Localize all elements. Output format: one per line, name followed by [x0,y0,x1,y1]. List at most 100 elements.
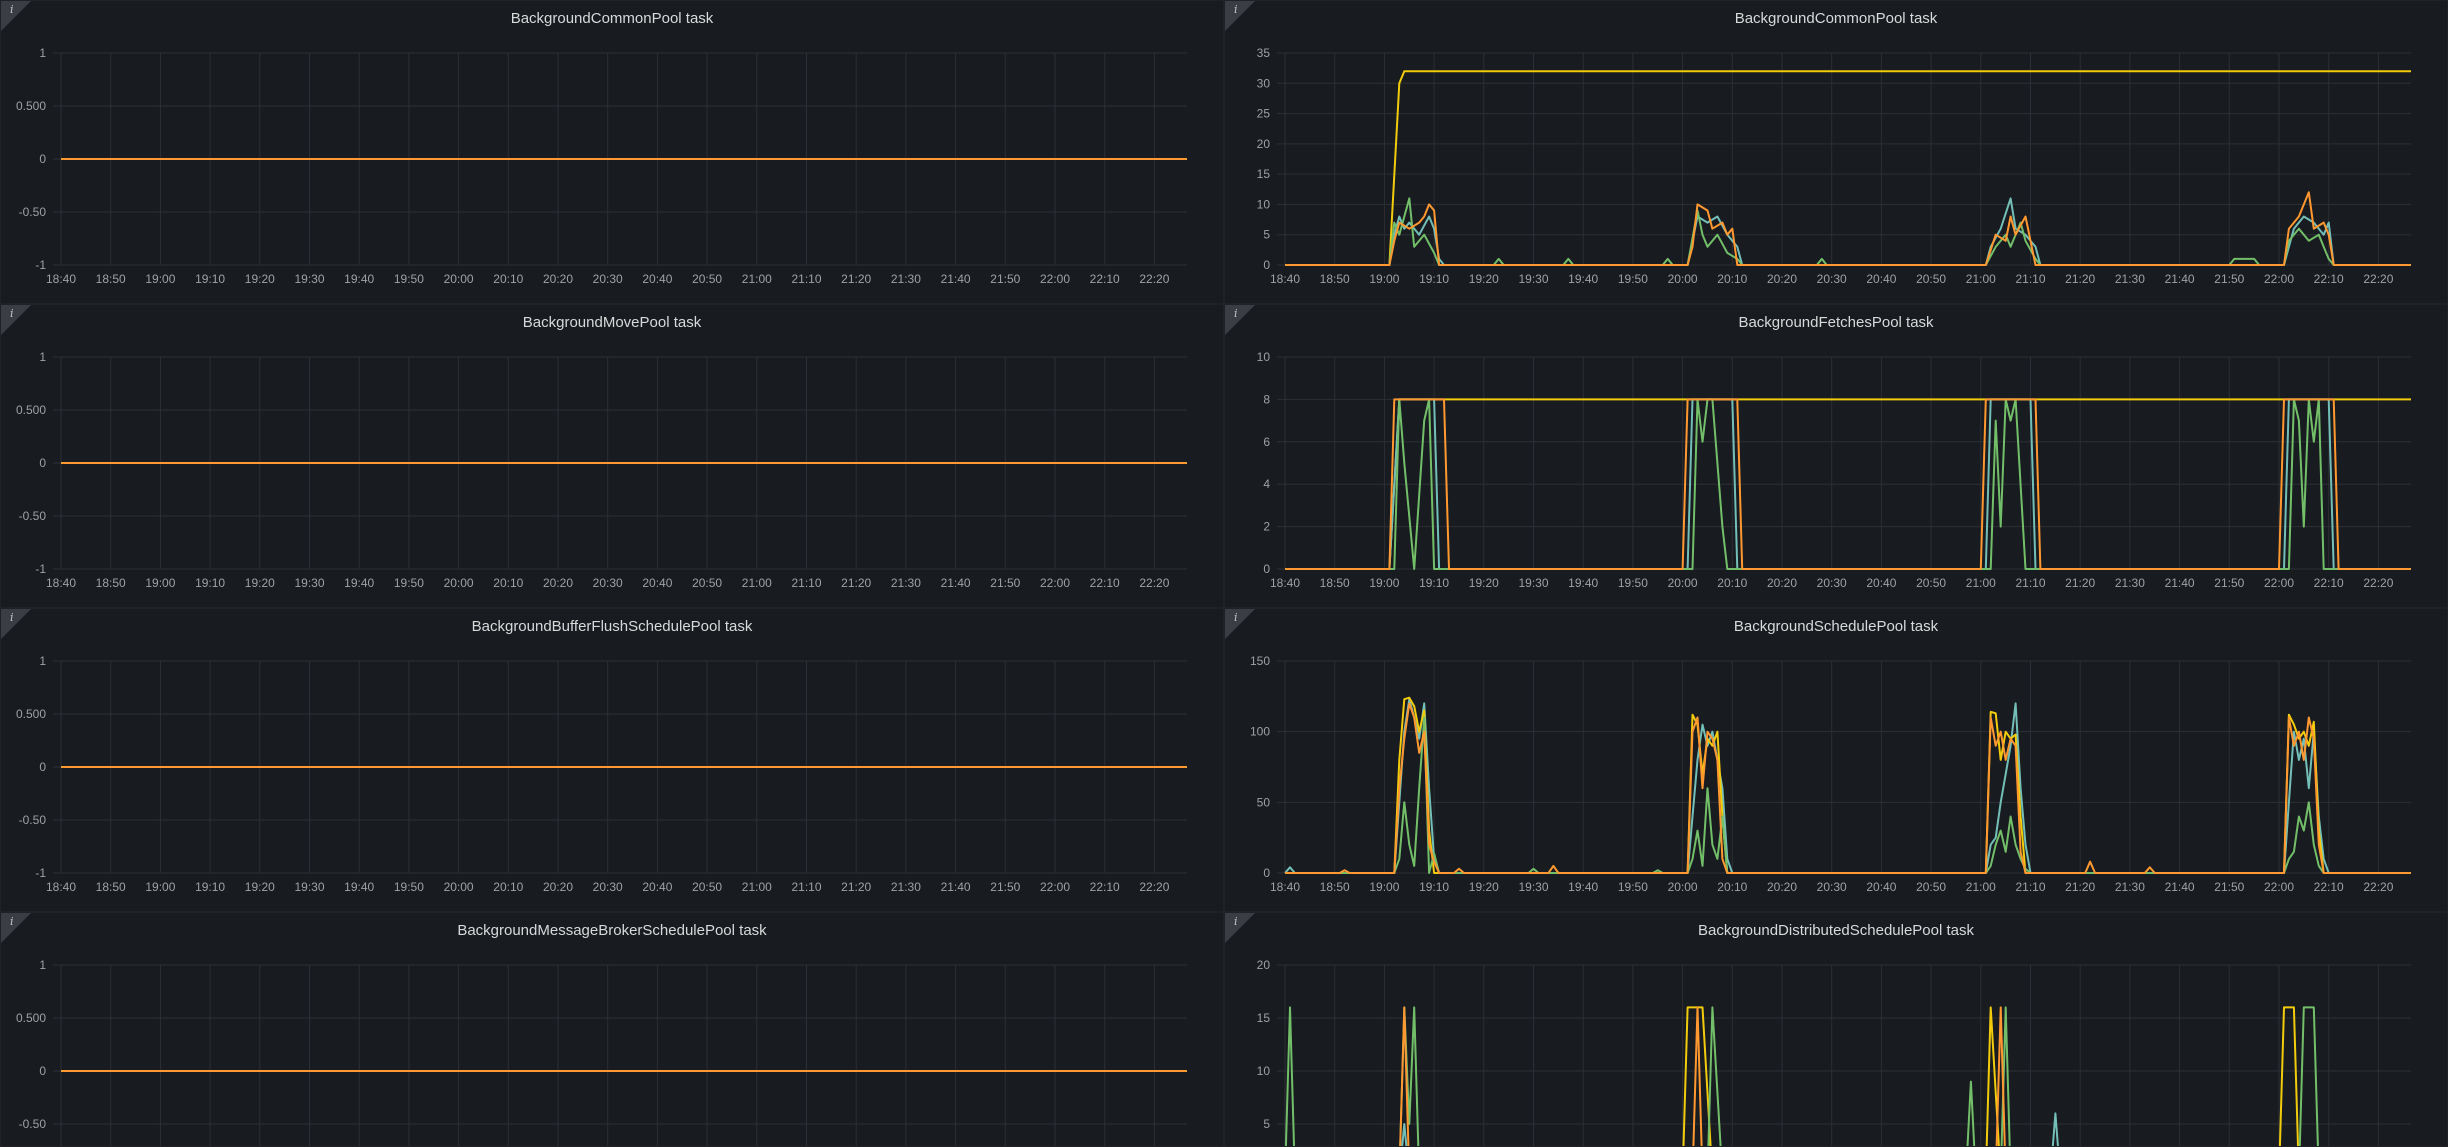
x-tick-label: 19:20 [245,272,275,286]
x-tick-label: 19:20 [1469,576,1499,590]
y-tick-label: 150 [1250,654,1270,668]
x-tick-label: 21:30 [891,880,921,894]
x-tick-label: 18:40 [46,880,76,894]
x-tick-label: 20:00 [1668,272,1698,286]
line-chart: 5 10 15 20 [1257,958,2411,1147]
x-tick-label: 19:30 [1518,880,1548,894]
x-tick-label: 22:00 [2264,576,2294,590]
y-tick-label: 25 [1257,107,1271,121]
y-tick-label: 0.500 [16,1011,46,1025]
line-chart: -0.5000.500118:4018:5019:0019:1019:2019:… [16,958,1187,1146]
x-tick-label: 22:10 [1090,272,1120,286]
y-tick-label: 20 [1257,137,1271,151]
x-tick-label: 21:50 [990,880,1020,894]
x-tick-label: 20:50 [1916,576,1946,590]
x-tick-label: 19:20 [1469,272,1499,286]
x-tick-label: 21:10 [791,880,821,894]
x-tick-label: 20:50 [1916,272,1946,286]
x-tick-label: 20:40 [1866,576,1896,590]
x-tick-label: 20:30 [1817,576,1847,590]
y-tick-label: 0.500 [16,707,46,721]
y-tick-label: 100 [1250,725,1270,739]
x-tick-label: 20:30 [1817,272,1847,286]
series-line[interactable] [1284,1006,2319,1147]
series-line[interactable] [1285,70,2411,266]
line-chart: -1 -0.50 0 0.500 1 18:40 18:50 19:00 19:10 19:20 1… [16,350,1187,590]
x-tick-label: 18:40 [46,576,76,590]
line-chart: 0 2 4 6 8 10 18:40 18:50 19:00 19:10 19:20 19:30 19:… [1257,350,2411,590]
x-tick-label: 21:30 [2115,880,2145,894]
y-tick-label: 10 [1257,350,1271,364]
x-tick-label: 20:30 [593,880,623,894]
x-tick-label: 21:20 [2065,272,2095,286]
x-tick-label: 19:20 [245,880,275,894]
x-tick-label: 22:10 [2314,576,2344,590]
x-tick-label: 22:00 [2264,272,2294,286]
x-tick-label: 20:50 [1916,880,1946,894]
x-tick-label: 21:50 [990,272,1020,286]
x-tick-label: 21:30 [2115,272,2145,286]
x-tick-label: 19:10 [195,272,225,286]
x-tick-label: 19:50 [394,880,424,894]
x-tick-label: 19:00 [145,272,175,286]
y-tick-label: 15 [1257,167,1271,181]
x-tick-label: 20:20 [1767,880,1797,894]
y-tick-label: 0 [39,1064,46,1078]
x-tick-label: 19:00 [1369,576,1399,590]
series-line[interactable] [1399,1112,2060,1147]
x-tick-label: 22:10 [2314,272,2344,286]
x-tick-label: 18:50 [96,880,126,894]
x-tick-label: 21:00 [742,576,772,590]
x-tick-label: 19:40 [1568,576,1598,590]
series-line[interactable] [1285,716,2411,874]
x-tick-label: 18:50 [1320,576,1350,590]
y-tick-label: 0.500 [16,403,46,417]
panel-background-fetches-pool: i BackgroundFetchesPool task 0 2 4 6 8 10 18:4… [1224,304,2448,608]
y-tick-label: 2 [1263,520,1270,534]
x-tick-label: 20:00 [1668,880,1698,894]
series-line[interactable] [1399,1006,2006,1147]
x-tick-label: 22:00 [2264,880,2294,894]
y-tick-label: 0 [1263,258,1270,272]
line-chart: 0 50 100 150 18:40 18:50 19:00 19:10 19:20 19:30 1… [1250,654,2411,894]
x-tick-label: 22:10 [1090,576,1120,590]
x-tick-label: 20:10 [1717,272,1747,286]
x-tick-label: 20:40 [642,272,672,286]
x-tick-label: 19:10 [195,576,225,590]
line-chart: -1 -0.50 0 0.500 1 18:40 18:50 19:00 19:10 19:20 1… [16,46,1187,286]
x-tick-label: 20:10 [493,880,523,894]
x-tick-label: 19:40 [344,272,374,286]
x-tick-label: 20:10 [493,272,523,286]
x-tick-label: 18:50 [96,576,126,590]
series-line[interactable] [1285,191,2411,266]
panel-background-message-broker-schedule-pool: i BackgroundMessageBrokerSchedulePool ta… [0,912,1224,1147]
y-tick-label: 0 [39,760,46,774]
y-tick-label: -0.50 [19,1117,47,1131]
x-tick-label: 19:40 [344,880,374,894]
series-line[interactable] [1284,698,2411,874]
y-tick-label: -0.50 [19,509,47,523]
x-tick-label: 21:40 [941,880,971,894]
y-tick-label: 30 [1257,76,1271,90]
x-tick-label: 19:30 [1518,576,1548,590]
x-tick-label: 20:10 [1717,576,1747,590]
x-tick-label: 21:30 [891,576,921,590]
x-tick-label: 21:20 [841,272,871,286]
x-tick-label: 19:30 [294,576,324,590]
y-tick-label: 5 [1263,228,1270,242]
series-line[interactable] [1285,696,2411,874]
x-tick-label: 21:00 [1966,880,1996,894]
x-tick-label: 19:40 [1568,272,1598,286]
x-tick-label: 20:20 [1767,576,1797,590]
x-tick-label: 20:10 [1717,880,1747,894]
x-tick-label: 19:00 [145,576,175,590]
series-line[interactable] [1682,1006,2299,1147]
series-line[interactable] [1285,197,2411,266]
x-tick-label: 20:00 [1668,576,1698,590]
x-tick-label: 21:50 [2214,576,2244,590]
series-line[interactable] [1285,702,2411,874]
x-tick-label: 19:10 [195,880,225,894]
series-line[interactable] [1285,197,2411,266]
x-tick-label: 21:30 [2115,576,2145,590]
x-tick-label: 21:10 [2015,880,2045,894]
